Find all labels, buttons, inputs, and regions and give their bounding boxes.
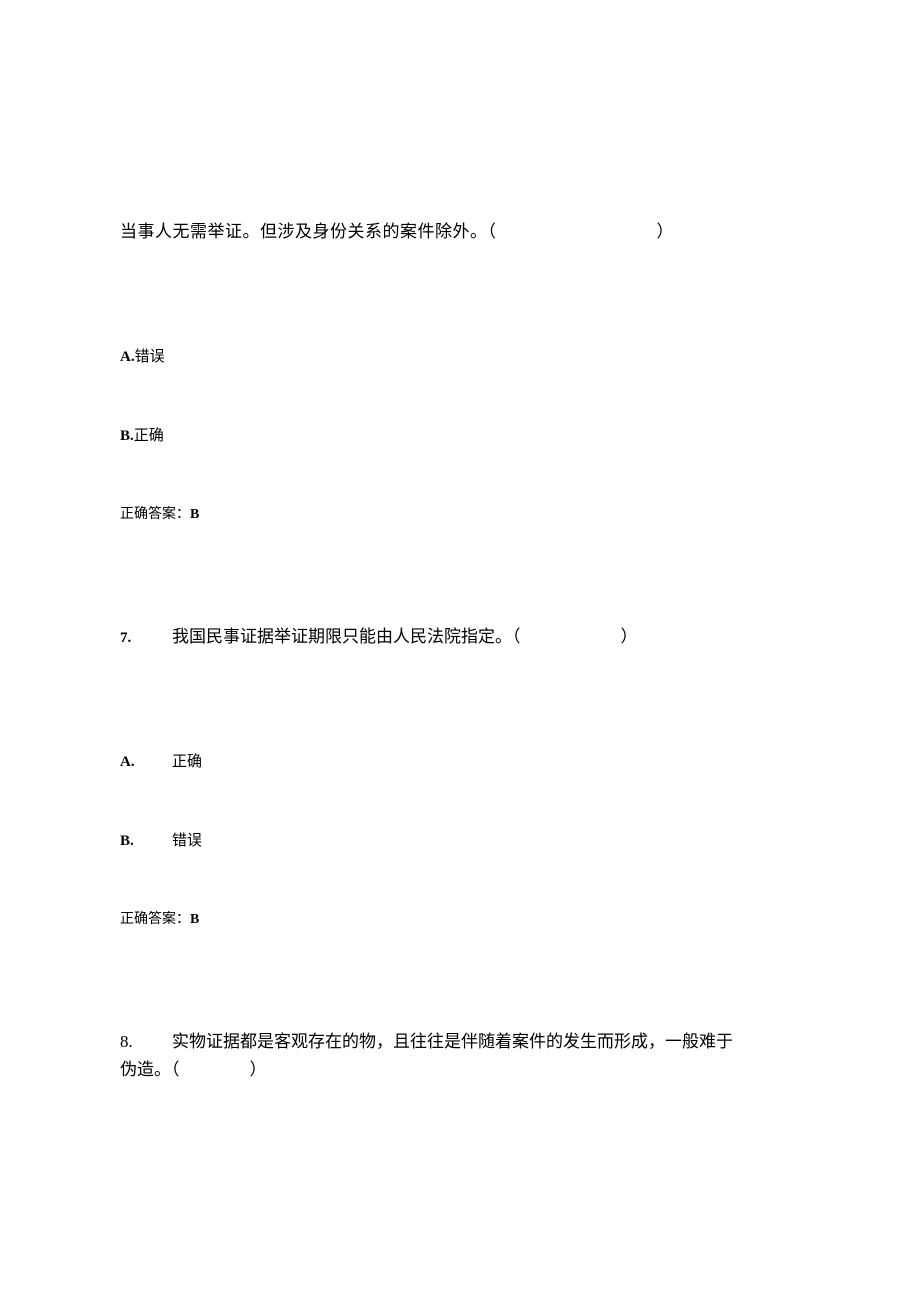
question-8: 8.实物证据都是客观存在的物，且往往是伴随着案件的发生而形成，一般难于 伪造。（…	[120, 1028, 800, 1082]
q7-text-end: ）	[621, 627, 638, 646]
q7-option-a: A.正确	[120, 750, 800, 771]
q7-answer-prefix: 正确答案：	[120, 912, 190, 927]
question-6-continuation: 当事人无需举证。但涉及身份关系的案件除外。（ ）	[120, 218, 800, 245]
q6-answer-prefix: 正确答案：	[120, 507, 190, 522]
q8-number: 8.	[120, 1028, 172, 1055]
q7-option-b-text: 错误	[172, 833, 202, 849]
q6-option-b: B.正确	[120, 424, 800, 445]
q6-option-b-text: 正确	[134, 428, 164, 444]
q7-option-a-label: A.	[120, 754, 172, 771]
q8-text-line2-end: ）	[250, 1060, 267, 1079]
q6-answer-value: B	[190, 507, 199, 522]
q6-text: 当事人无需举证。但涉及身份关系的案件除外。（	[120, 222, 497, 241]
q8-text-line2: 伪造。（	[120, 1060, 180, 1079]
q7-option-b-label: B.	[120, 833, 172, 850]
q6-option-b-label: B.	[120, 428, 134, 444]
q6-text-end: ）	[657, 222, 675, 241]
question-7: 7.我国民事证据举证期限只能由人民法院指定。（ ）	[120, 623, 800, 650]
q7-answer: 正确答案：B	[120, 908, 800, 928]
q7-text: 我国民事证据举证期限只能由人民法院指定。（	[172, 627, 521, 646]
q6-option-a-label: A.	[120, 349, 135, 365]
q7-number: 7.	[120, 626, 172, 650]
q7-answer-value: B	[190, 912, 199, 927]
q6-answer: 正确答案：B	[120, 503, 800, 523]
q6-option-a-text: 错误	[135, 349, 165, 365]
q7-option-a-text: 正确	[172, 754, 202, 770]
q7-option-b: B.错误	[120, 829, 800, 850]
q8-text-line1: 实物证据都是客观存在的物，且往往是伴随着案件的发生而形成，一般难于	[172, 1032, 733, 1051]
q6-option-a: A.错误	[120, 345, 800, 366]
